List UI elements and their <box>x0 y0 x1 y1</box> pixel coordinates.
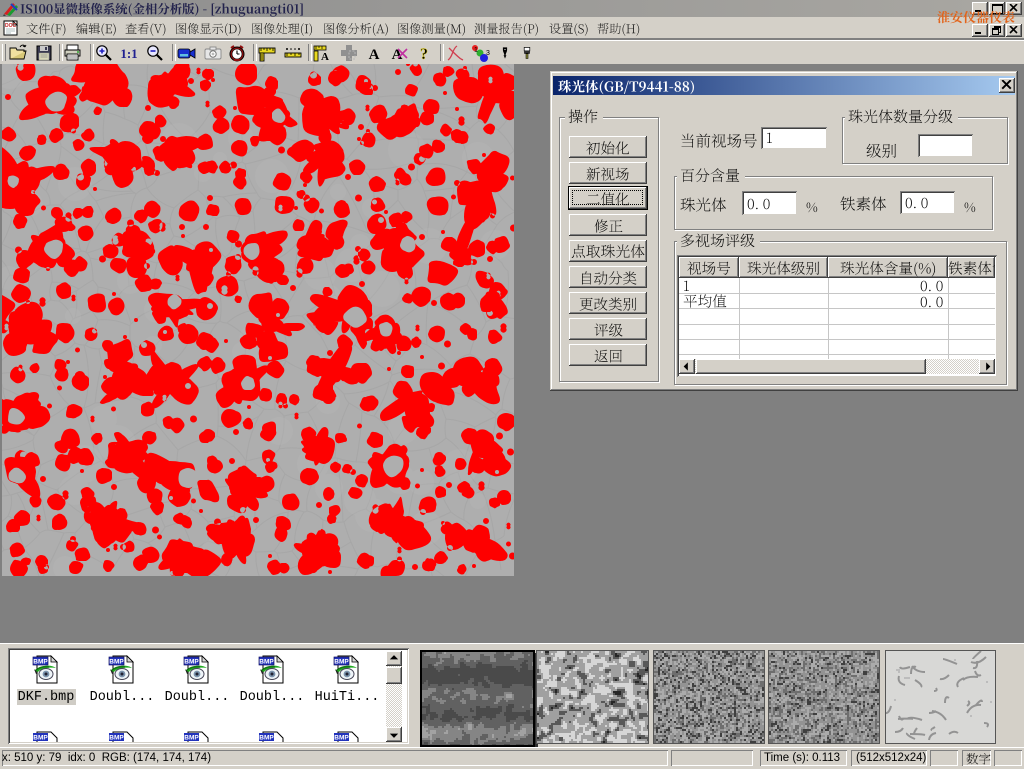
svg-text:1: 1 <box>474 47 478 54</box>
svg-text:A: A <box>321 51 329 63</box>
svg-text:BMP: BMP <box>334 735 349 742</box>
svg-text:BMP: BMP <box>184 735 199 742</box>
svg-text:BMP: BMP <box>109 735 124 742</box>
svg-text:A: A <box>369 47 380 63</box>
svg-text:BMP: BMP <box>259 735 274 742</box>
svg-text:DOC: DOC <box>5 23 17 29</box>
svg-text:BMP: BMP <box>33 735 48 742</box>
svg-text:?: ? <box>420 46 428 63</box>
svg-text:3: 3 <box>486 50 490 57</box>
svg-text:1:1: 1:1 <box>120 46 137 61</box>
